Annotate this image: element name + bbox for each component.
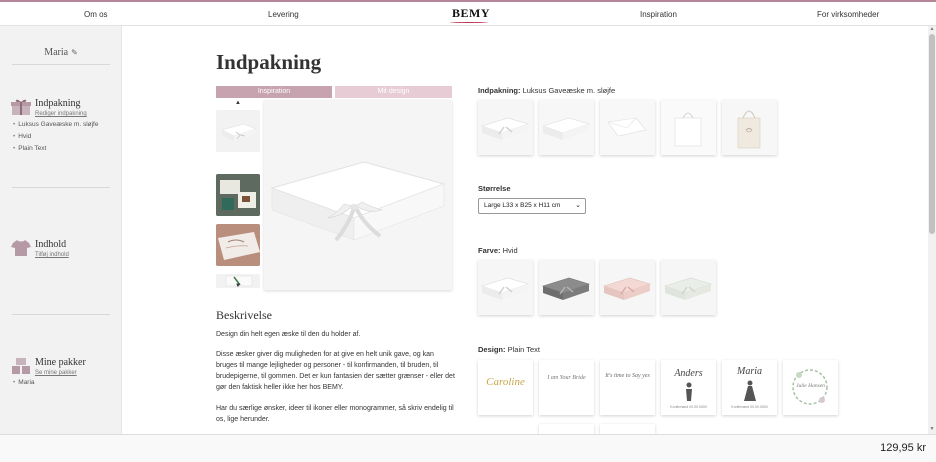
tab-inspiration[interactable]: Inspiration [216,86,332,98]
tshirt-icon [11,240,31,256]
thumbnail[interactable] [216,224,260,266]
design-text: I am Your Bride [547,375,586,381]
description-paragraph: Disse æsker giver dig muligheden for at … [216,351,455,391]
sidebar-section-title: Indhold [35,239,67,250]
logo[interactable]: BEMY [452,6,490,21]
see-my-packages-link[interactable]: Se mine pakker [35,370,77,376]
thumbnail[interactable] [216,174,260,216]
sidebar-divider [12,314,110,315]
image-tabs: Inspiration Mit design [216,86,452,98]
design-date: Konfirmand 00.00.0000 [731,405,768,409]
nav-link-om-os[interactable]: Om os [84,10,108,19]
design-card-maria[interactable]: Maria Konfirmand 00.00.0000 [722,360,777,415]
description-paragraph: Design din helt egen æske til den du hol… [216,331,361,338]
chevron-down-icon: ⌄ [575,202,581,209]
thumbnail[interactable] [216,110,260,152]
color-option-value: Hvid [502,246,518,255]
color-option-label: Farve: Hvid [478,246,518,255]
design-card[interactable] [600,424,655,434]
scroll-down-icon[interactable]: ▼ [929,426,935,432]
color-swatch-white[interactable] [478,260,533,315]
design-text: It's time to Say yes [605,373,650,379]
design-option-value: Plain Text [507,345,540,354]
figure-icon [744,380,756,401]
scrollbar[interactable]: ▲ ▼ [928,26,936,434]
add-content-link[interactable]: Tilføj indhold [35,252,69,258]
packaging-card-gift-box[interactable] [539,100,594,155]
design-date: Konfirmand 00.00.0000 [670,405,707,409]
pencil-icon[interactable]: ✎ [71,48,78,57]
tab-mit-design[interactable]: Mit design [335,86,452,98]
sidebar: Maria✎ Indpakning Rediger indpakning Luk… [0,26,122,434]
design-option-label: Design: Plain Text [478,345,540,354]
figure-icon [686,382,692,401]
stacked-boxes-icon [12,358,30,374]
design-card-anders[interactable]: Anders Konfirmand 00.00.0000 [661,360,716,415]
main-product-image [264,100,452,290]
main-content: Indpakning Inspiration Mit design ▲ ▼ Be… [122,26,928,434]
design-card-caroline[interactable]: Caroline [478,360,533,415]
color-swatch-mint[interactable] [661,260,716,315]
size-select[interactable]: Large L33 x B25 x H11 cm ⌄ [478,198,586,214]
sidebar-divider [12,64,110,65]
list-item: Plain Text [13,143,98,155]
design-card[interactable] [539,424,594,434]
packaging-card-envelope[interactable] [600,100,655,155]
packaging-summary-list: Luksus Gaveæske m. sløjfe Hvid Plain Tex… [13,119,98,155]
sidebar-section-title: Mine pakker [35,357,86,368]
thumb-down-arrow-icon[interactable]: ▼ [216,283,260,289]
scroll-up-icon[interactable]: ▲ [929,26,935,32]
scrollbar-thumb[interactable] [929,34,935,234]
packaging-option-value: Luksus Gaveæske m. sløjfe [522,86,616,95]
sidebar-divider [12,187,110,188]
page-title: Indpakning [216,50,322,74]
gift-box-icon [11,99,31,115]
list-item: Hvid [13,131,98,143]
nav-link-inspiration[interactable]: Inspiration [640,10,677,19]
description-paragraph: Har du særlige ønsker, ideer til ikoner … [216,405,454,423]
thumb-up-arrow-icon[interactable]: ▲ [216,100,260,106]
edit-packaging-link[interactable]: Rediger indpakning [35,111,87,117]
description-title: Beskrivelse [216,308,272,322]
top-navigation: Om os Levering BEMY Inspiration For virk… [0,0,936,26]
nav-link-levering[interactable]: Levering [268,10,299,19]
design-card-wreath[interactable]: Julie Hansen [783,360,838,415]
packaging-card-gift-box-ribbon[interactable] [478,100,533,155]
logo-swoosh [450,21,488,23]
design-card-bride[interactable]: I am Your Bride [539,360,594,415]
sidebar-section-title: Indpakning [35,98,81,109]
color-swatch-pink[interactable] [600,260,655,315]
design-text: Maria [737,366,762,377]
price-bar: 129,95 kr [0,434,936,462]
design-card-say-yes[interactable]: It's time to Say yes [600,360,655,415]
packaging-card-tote-bag[interactable] [722,100,777,155]
design-text: Anders [674,368,703,379]
packaging-option-label: Indpakning: Luksus Gaveæske m. sløjfe [478,86,616,95]
size-option-label: Størrelse [478,184,511,193]
list-item: Maria [13,377,34,389]
nav-link-for-virksomheder[interactable]: For virksomheder [817,10,879,19]
total-price: 129,95 kr [880,442,926,454]
user-name-row[interactable]: Maria ✎ [0,47,122,58]
color-swatch-grey[interactable] [539,260,594,315]
design-text: Julie Hansen [796,383,825,389]
design-text: Caroline [486,376,525,388]
thumbnail-strip: ▲ ▼ [216,100,260,294]
user-name: Maria [44,47,69,58]
packaging-card-gift-bag[interactable] [661,100,716,155]
list-item: Luksus Gaveæske m. sløjfe [13,119,98,131]
size-select-value: Large L33 x B25 x H11 cm [484,202,561,209]
packages-list: Maria [13,377,34,389]
